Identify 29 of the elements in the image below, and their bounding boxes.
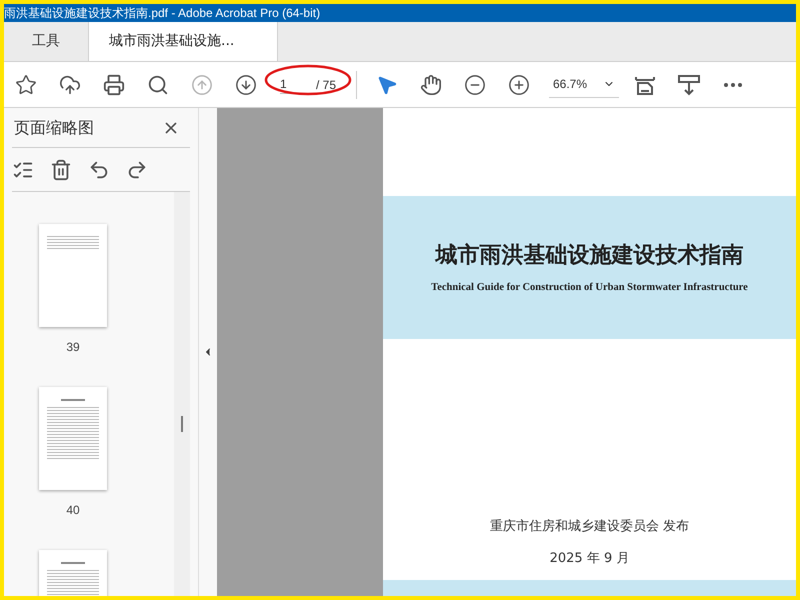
cloud-upload-icon [59,74,81,96]
page-total: / 75 [316,76,336,94]
panel-title: 页面缩略图 [14,116,94,138]
rotate-right-icon[interactable] [126,158,148,180]
publisher-text: 重庆市住房和城乡建设委员会 发布 [490,518,690,536]
arrow-down-icon [235,74,257,96]
delete-icon[interactable] [50,158,72,180]
arrow-up-icon [191,74,213,96]
page-thumbnail[interactable] [39,387,107,490]
zoom-out-icon [464,74,486,96]
more-icon [724,82,742,86]
tab[interactable]: 城市雨洪基础设施... [88,22,278,61]
zoom-dropdown[interactable]: 66.7% [549,71,619,98]
rotate-left-icon[interactable] [88,158,110,180]
cursor-icon [376,74,398,96]
document-title: 城市雨洪基础设施建设技术指南 [436,242,744,270]
page-number-input[interactable]: 1 [280,75,308,94]
date-text: 2025 年 9 月 [550,550,630,568]
page-thumbnail[interactable] [39,224,107,327]
zoom-in-icon [508,74,530,96]
document-subtitle: Technical Guide for Construction of Urban Stormwater Infrastructure [431,281,748,296]
star-icon [15,74,37,96]
scrollbar-track[interactable] [174,192,190,596]
window-title: 雨洪基础设施建设技术指南.pdf - Adobe Acrobat Pro (64-bit) [4,7,320,19]
printer-icon [103,74,125,96]
page-number-label: 40 [66,502,80,518]
page-number-label: 39 [66,339,80,355]
search-icon [147,74,169,96]
hand-icon [420,74,442,96]
